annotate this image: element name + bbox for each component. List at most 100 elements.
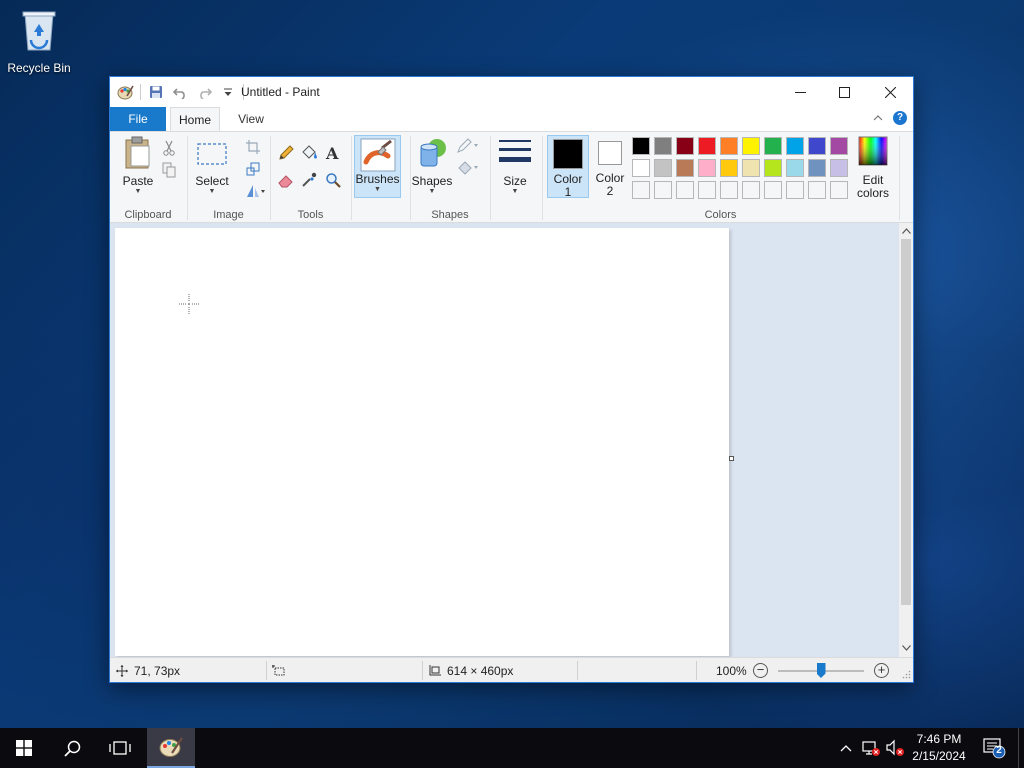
clipboard-group: Paste ▼ Clipboard	[110, 132, 186, 224]
cut-icon[interactable]	[159, 138, 179, 158]
paste-dropdown-icon: ▼	[134, 188, 142, 195]
paint-window: Untitled - Paint File Home View ? Paste …	[109, 76, 914, 683]
system-clock[interactable]: 7:46 PM 2/15/2024	[903, 731, 975, 765]
qat-separator	[140, 84, 141, 100]
color-picker-icon[interactable]	[299, 170, 319, 190]
paste-label: Paste	[122, 174, 154, 188]
status-divider	[266, 661, 267, 680]
magnifier-icon[interactable]	[323, 170, 343, 190]
selection-size-icon	[272, 664, 285, 675]
fill-bucket-icon[interactable]	[299, 143, 319, 163]
colors-group: Colors	[543, 132, 898, 224]
recycle-bin-label: Recycle Bin	[7, 61, 71, 75]
group-separator	[490, 136, 491, 220]
pencil-icon[interactable]	[276, 143, 296, 163]
brushes-label: Brushes	[355, 172, 400, 186]
eraser-icon[interactable]	[276, 170, 296, 190]
zoom-out-button[interactable]: −	[753, 663, 768, 678]
brushes-icon	[360, 138, 395, 172]
rotate-icon[interactable]	[243, 181, 269, 201]
brushes-dropdown-icon: ▼	[374, 186, 381, 193]
collapse-ribbon-icon[interactable]	[871, 111, 885, 125]
zoom-percentage: 100%	[716, 658, 747, 683]
canvas-size: 614 × 460px	[428, 658, 513, 683]
zoom-level-text: 100%	[716, 663, 747, 678]
text-tool-icon[interactable]: A	[323, 143, 343, 163]
show-desktop-button[interactable]	[1018, 728, 1019, 768]
select-rectangle-icon	[197, 143, 227, 165]
save-icon[interactable]	[147, 83, 165, 101]
taskbar-paint-app[interactable]	[147, 728, 195, 768]
clock-date: 2/15/2024	[912, 749, 966, 763]
clock-time: 7:46 PM	[916, 732, 962, 746]
canvas-workspace	[110, 223, 899, 657]
shapes-group-label: Shapes	[431, 209, 469, 221]
scroll-down-icon[interactable]	[899, 641, 913, 655]
size-label: Size	[503, 174, 527, 188]
clipboard-group-label: Clipboard	[124, 209, 172, 221]
move-cursor-icon	[116, 664, 128, 677]
recycle-bin-icon	[22, 11, 56, 51]
size-dropdown-icon: ▼	[511, 188, 519, 195]
minimize-button[interactable]	[777, 77, 823, 107]
canvas-resize-handle[interactable]	[729, 456, 734, 461]
selection-size	[272, 658, 286, 683]
crop-icon[interactable]	[243, 137, 263, 157]
shapes-group: Shapes ▼ Shapes	[411, 132, 489, 224]
ribbon-tabs: File Home View ?	[110, 107, 913, 131]
tab-file[interactable]: File	[110, 107, 166, 131]
zoom-slider-thumb[interactable]	[816, 663, 826, 678]
shapes-dropdown-icon: ▼	[428, 188, 436, 195]
undo-icon[interactable]	[171, 83, 189, 101]
search-button[interactable]	[48, 728, 96, 768]
drawing-canvas[interactable]	[115, 228, 729, 656]
task-view-button[interactable]	[96, 728, 144, 768]
shapes-label: Shapes	[411, 174, 453, 188]
show-hidden-icons-button[interactable]	[836, 728, 856, 768]
copy-icon[interactable]	[159, 160, 179, 180]
recycle-bin-desktop-icon[interactable]: Recycle Bin	[4, 6, 74, 76]
size-button[interactable]: Size ▼	[495, 136, 535, 196]
tab-view[interactable]: View	[226, 107, 276, 131]
notification-count-badge: 2	[996, 745, 1002, 756]
select-button[interactable]: Select ▼	[192, 136, 232, 196]
paint-taskbar-icon	[159, 737, 183, 757]
redo-icon[interactable]	[195, 83, 213, 101]
vertical-scrollbar[interactable]	[899, 223, 913, 657]
resize-icon[interactable]	[243, 159, 263, 179]
shape-fill-icon[interactable]	[455, 158, 481, 178]
chevron-up-icon	[840, 745, 852, 752]
cursor-position: 71, 73px	[116, 658, 180, 683]
volume-muted-icon	[886, 739, 904, 756]
paint-app-icon[interactable]	[116, 83, 134, 101]
customize-qat-dropdown-icon[interactable]	[219, 83, 237, 101]
scroll-up-icon[interactable]	[899, 224, 913, 238]
status-bar: 71, 73px 614 × 460px 100% − +	[110, 657, 913, 682]
zoom-in-button[interactable]: +	[874, 663, 889, 678]
shapes-button[interactable]: Shapes ▼	[411, 136, 453, 196]
close-button[interactable]	[867, 77, 913, 107]
tools-group: A Tools	[271, 132, 350, 224]
tools-group-label: Tools	[297, 209, 324, 221]
help-icon[interactable]: ?	[893, 111, 907, 125]
action-center-button[interactable]: 2	[980, 734, 1008, 762]
crosshair-cursor-icon	[179, 294, 199, 314]
resize-grip-icon[interactable]	[902, 670, 911, 679]
start-button[interactable]	[0, 728, 48, 768]
canvas-size-icon	[429, 664, 441, 675]
paste-icon	[125, 136, 150, 169]
colors-group-label: Colors	[704, 209, 737, 221]
cursor-position-text: 71, 73px	[134, 663, 181, 678]
shape-outline-icon[interactable]	[455, 136, 481, 156]
scrollbar-thumb[interactable]	[901, 239, 911, 605]
tab-home[interactable]: Home	[170, 107, 220, 131]
brushes-button[interactable]: Brushes ▼	[354, 135, 401, 198]
status-divider	[696, 661, 697, 680]
select-label: Select	[195, 174, 229, 188]
shapes-icon	[420, 139, 446, 167]
maximize-button[interactable]	[821, 77, 867, 107]
network-tray-button[interactable]	[860, 728, 882, 768]
windows-logo-icon	[16, 740, 32, 756]
select-dropdown-icon: ▼	[208, 188, 216, 195]
paste-button[interactable]: Paste ▼	[118, 136, 158, 196]
